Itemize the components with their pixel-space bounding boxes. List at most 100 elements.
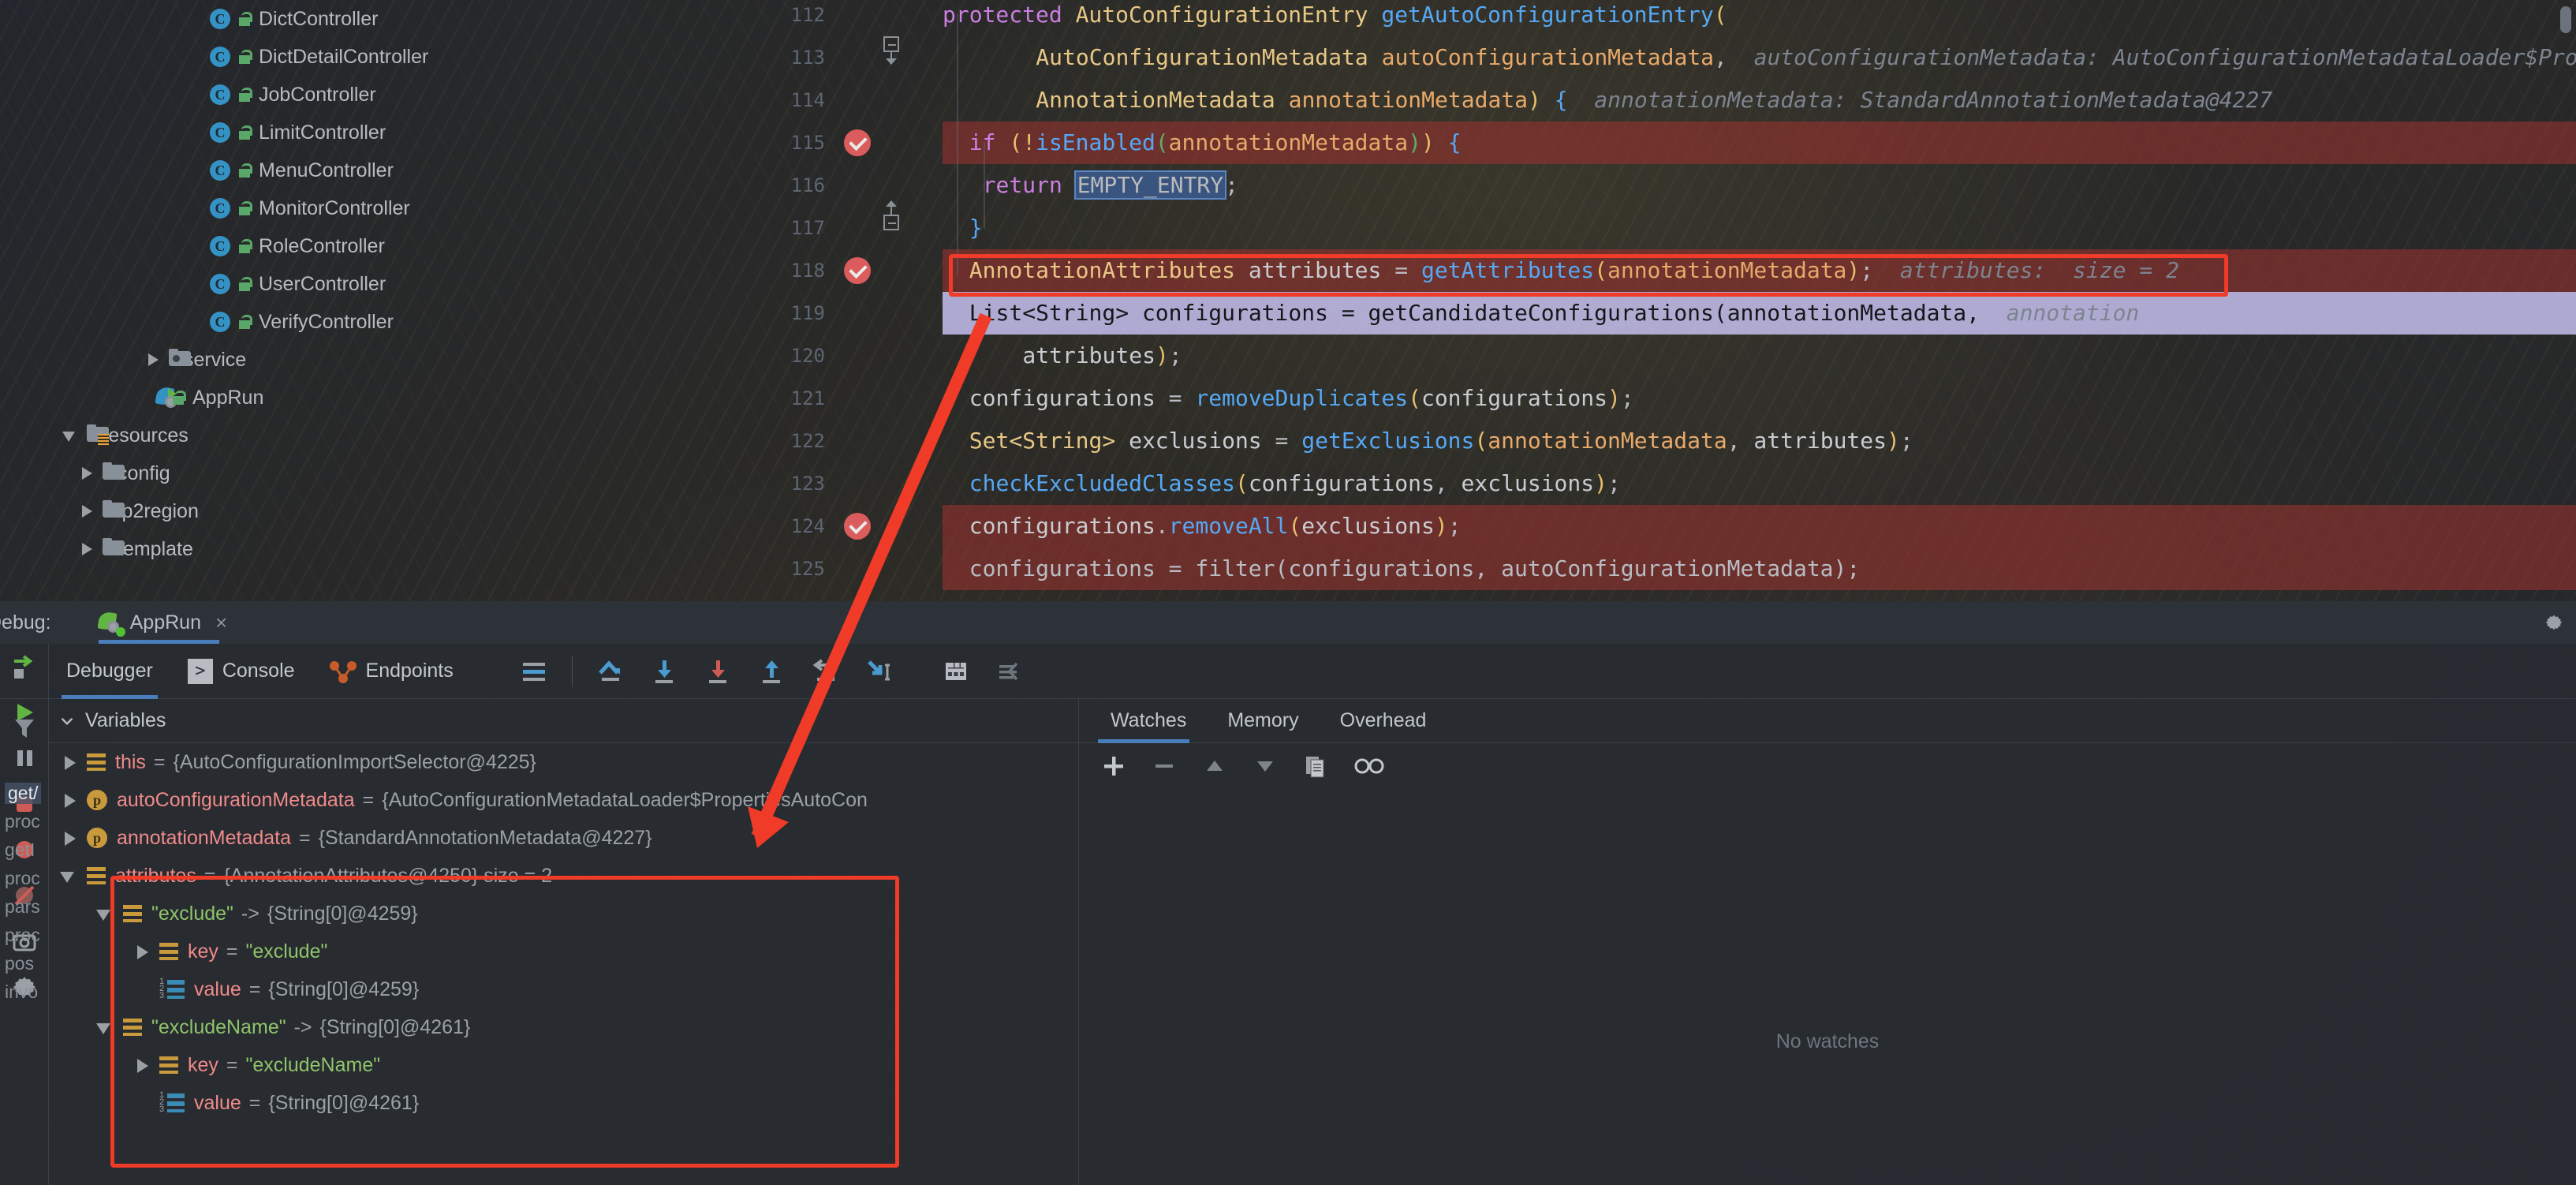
evaluate-expression-icon[interactable]: [939, 654, 973, 689]
code-editor[interactable]: 112 113 114 115 116 117 118 119 120 121 122 123 124 1…: [741, 0, 2576, 590]
breakpoint-icon[interactable]: [844, 129, 871, 156]
structure-item-6[interactable]: pos: [5, 953, 34, 974]
chevron-right-icon[interactable]: [131, 940, 155, 963]
code-line-112[interactable]: protected AutoConfigurationEntry getAuto…: [943, 0, 2576, 36]
variable-row[interactable]: p annotationMetadata = {StandardAnnotationM…: [58, 819, 652, 857]
code-line-116[interactable]: return EMPTY_ENTRY;: [943, 164, 2576, 207]
chevron-right-icon[interactable]: [58, 788, 82, 812]
filter-icon[interactable]: [9, 713, 39, 743]
variable-row[interactable]: key = "exclude": [131, 933, 327, 970]
variable-row[interactable]: p autoConfigurationMetadata = {AutoConfigur…: [58, 781, 868, 819]
variable-row[interactable]: 1 2 3 value = {String[0]@4261}: [131, 1084, 419, 1122]
tab-watches[interactable]: Watches: [1090, 699, 1207, 743]
chevron-right-icon[interactable]: [76, 500, 98, 522]
structure-item-0[interactable]: get/: [5, 783, 42, 804]
code-line-125[interactable]: configurations = filter(configurations, …: [943, 548, 2576, 590]
variables-header[interactable]: Variables: [49, 699, 1078, 743]
tree-item-ip2region[interactable]: ip2region: [76, 492, 199, 530]
variable-row[interactable]: "exclude" -> {String[0]@4259}: [95, 895, 418, 933]
add-watch-icon[interactable]: [1098, 750, 1129, 782]
chevron-down-icon[interactable]: [60, 424, 82, 447]
tree-item-apprun[interactable]: AppRun: [129, 379, 263, 417]
code-line-123[interactable]: checkExcludedClasses(configurations, exc…: [943, 462, 2576, 505]
structure-item-7[interactable]: invo: [5, 981, 38, 1003]
code-line-122[interactable]: Set<String> exclusions = getExclusions(a…: [943, 420, 2576, 462]
chevron-down-icon[interactable]: [95, 902, 118, 925]
code-line-119[interactable]: List<String> configurations = getCandida…: [943, 292, 2576, 335]
code-line-117[interactable]: }: [943, 207, 2576, 249]
tree-item-resources[interactable]: resources: [60, 417, 189, 454]
editor-code-content[interactable]: protected AutoConfigurationEntry getAuto…: [943, 0, 2576, 590]
close-icon[interactable]: ×: [215, 611, 227, 635]
inspect-icon[interactable]: [1350, 750, 1384, 782]
chevron-down-icon[interactable]: [95, 1015, 118, 1039]
code-line-120[interactable]: attributes);: [943, 335, 2576, 377]
move-up-icon[interactable]: [1199, 750, 1230, 782]
debug-tab-row[interactable]: Debugger > Console Endpoints: [0, 644, 2576, 699]
project-tool-window[interactable]: C DictController C DictDetailController C Job…: [0, 0, 741, 584]
structure-item-4[interactable]: pars: [5, 896, 40, 918]
tree-item-monitorcontroller[interactable]: C MonitorController: [183, 189, 410, 227]
code-line-118[interactable]: AnnotationAttributes attributes = getAtt…: [943, 249, 2576, 292]
tree-item-limitcontroller[interactable]: C LimitController: [183, 114, 386, 151]
breakpoint-icon[interactable]: [844, 257, 871, 284]
force-step-into-icon[interactable]: [700, 654, 735, 689]
watches-pane[interactable]: Watches Memory Overhead No watches: [1078, 699, 2576, 1185]
step-over-icon[interactable]: [593, 654, 628, 689]
drop-frame-icon[interactable]: [808, 654, 842, 689]
watches-toolbar[interactable]: [1079, 743, 2576, 789]
variable-row[interactable]: attributes = {AnnotationAttributes@4250} s…: [58, 857, 552, 895]
structure-item-1[interactable]: proc: [5, 811, 40, 832]
structure-item-5[interactable]: proc: [5, 925, 40, 946]
move-down-icon[interactable]: [1249, 750, 1281, 782]
structure-item-2[interactable]: getI: [5, 839, 35, 861]
variables-tree[interactable]: this = {AutoConfigurationImportSelector@42…: [49, 743, 1078, 1185]
copy-icon[interactable]: [1300, 750, 1331, 782]
chevron-right-icon[interactable]: [142, 349, 164, 371]
chevron-right-icon[interactable]: [58, 750, 82, 774]
tree-item-jobcontroller[interactable]: C JobController: [183, 76, 376, 114]
selected-token[interactable]: EMPTY_ENTRY: [1073, 170, 1227, 200]
tree-item-dictcontroller[interactable]: C DictController: [183, 0, 378, 38]
code-fold-marker[interactable]: [883, 200, 901, 230]
variable-row[interactable]: 1 2 3 value = {String[0]@4259}: [131, 970, 419, 1008]
breakpoint-icon[interactable]: [844, 513, 871, 540]
tree-item-service[interactable]: service: [142, 341, 246, 379]
structure-item-3[interactable]: proc: [5, 868, 40, 889]
code-line-113[interactable]: AutoConfigurationMetadata autoConfigurat…: [943, 36, 2576, 79]
code-line-114[interactable]: AnnotationMetadata annotationMetadata) {…: [943, 79, 2576, 121]
tab-debugger[interactable]: Debugger: [49, 644, 170, 699]
tab-endpoints[interactable]: Endpoints: [312, 644, 471, 699]
debug-tool-window[interactable]: Debug: AppRun × get/proc getI proc pars proc…: [0, 601, 2576, 1185]
debug-run-tab[interactable]: AppRun ×: [97, 601, 227, 644]
watches-tab-row[interactable]: Watches Memory Overhead: [1079, 699, 2576, 743]
tree-item-dictdetailcontroller[interactable]: C DictDetailController: [183, 38, 428, 76]
tree-item-menucontroller[interactable]: C MenuController: [183, 151, 394, 189]
variable-row[interactable]: "excludeName" -> {String[0]@4261}: [95, 1008, 470, 1046]
variable-row[interactable]: key = "excludeName": [131, 1046, 380, 1084]
tree-item-rolecontroller[interactable]: C RoleController: [183, 227, 385, 265]
tab-memory[interactable]: Memory: [1207, 699, 1319, 743]
chevron-right-icon[interactable]: [76, 538, 98, 560]
pause-program-icon[interactable]: [9, 743, 39, 773]
code-line-121[interactable]: configurations = removeDuplicates(config…: [943, 377, 2576, 420]
code-fold-marker[interactable]: [883, 36, 901, 65]
tree-item-verifycontroller[interactable]: C VerifyController: [183, 303, 394, 341]
tab-overhead[interactable]: Overhead: [1320, 699, 1447, 743]
chevron-down-icon[interactable]: [49, 711, 85, 731]
editor-scrollbar[interactable]: [2560, 6, 2571, 33]
tree-item-template[interactable]: template: [76, 530, 193, 568]
chevron-right-icon[interactable]: [76, 462, 98, 484]
editor-gutter-markers[interactable]: [836, 0, 943, 584]
chevron-right-icon[interactable]: [58, 826, 82, 850]
code-line-115[interactable]: if (!isEnabled(annotationMetadata)) {: [943, 121, 2576, 164]
step-out-icon[interactable]: [754, 654, 789, 689]
debug-left-rail[interactable]: get/proc getI proc pars proc pos invo: [0, 644, 49, 1185]
show-execution-point-icon[interactable]: [517, 654, 551, 689]
remove-watch-icon[interactable]: [1148, 750, 1180, 782]
tree-item-usercontroller[interactable]: C UserController: [183, 265, 386, 303]
step-into-icon[interactable]: [647, 654, 681, 689]
variable-row[interactable]: this = {AutoConfigurationImportSelector@42…: [58, 743, 536, 781]
chevron-right-icon[interactable]: [131, 1053, 155, 1077]
tab-console[interactable]: > Console: [170, 644, 312, 699]
